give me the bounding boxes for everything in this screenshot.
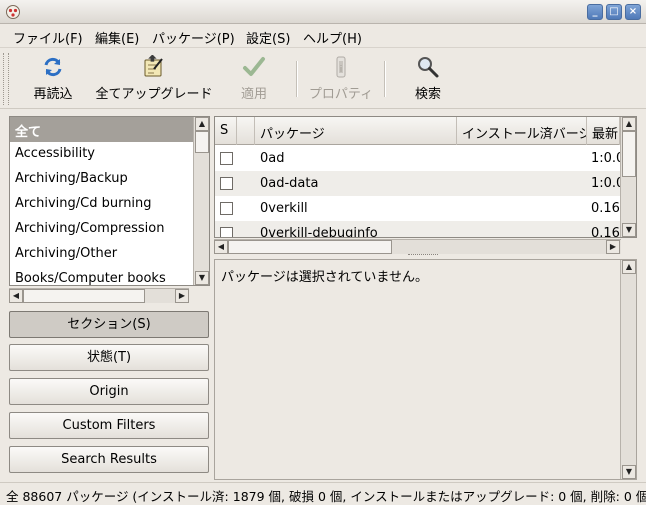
- package-name: 0verkill: [260, 201, 308, 216]
- menubar: ファイル(F) 編集(E) パッケージ(P) 設定(S) ヘルプ(H): [0, 25, 646, 48]
- package-table-hscroll-thumb[interactable]: [228, 240, 392, 254]
- package-checkbox[interactable]: [220, 152, 233, 165]
- column-header-installed-version[interactable]: インストール済バージョン: [457, 117, 587, 145]
- latest-version: 0.16: [591, 201, 620, 216]
- app-icon: [6, 5, 20, 19]
- description-vscrollbar[interactable]: ▲ ▼: [620, 260, 636, 479]
- reload-button[interactable]: 再読込: [28, 53, 78, 105]
- toolbar-separator: [296, 61, 298, 97]
- scroll-left-arrow-icon[interactable]: ◀: [214, 240, 228, 254]
- status-filter-button[interactable]: 状態(T): [9, 344, 209, 371]
- table-row[interactable]: 0verkill-debuginfo 0.16: [215, 221, 620, 238]
- search-results-button[interactable]: Search Results: [9, 446, 209, 473]
- table-row[interactable]: 0ad 1:0.0: [215, 146, 620, 171]
- apply-check-icon: [243, 57, 265, 76]
- package-table-vscroll-thumb[interactable]: [622, 131, 636, 177]
- maximize-button[interactable]: □: [606, 4, 622, 20]
- status-text: 全 88607 パッケージ (インストール済: 1879 個, 破損 0 個, …: [6, 489, 646, 504]
- toolbar-separator: [384, 61, 386, 97]
- latest-version: 0.16: [591, 226, 620, 238]
- origin-filter-button[interactable]: Origin: [9, 378, 209, 405]
- scroll-right-arrow-icon[interactable]: ▶: [175, 289, 189, 303]
- search-magnifier-icon: [418, 57, 439, 78]
- scroll-down-arrow-icon[interactable]: ▼: [195, 271, 209, 285]
- package-checkbox[interactable]: [220, 177, 233, 190]
- section-list[interactable]: 全て Accessibility Archiving/Backup Archiv…: [9, 116, 210, 286]
- package-table[interactable]: S パッケージ インストール済バージョン 最新 0ad 1:0.0 0ad-da…: [214, 116, 637, 238]
- package-name: 0verkill-debuginfo: [260, 226, 378, 238]
- menu-edit[interactable]: 編集(E): [95, 28, 139, 47]
- apply-button[interactable]: 適用: [230, 53, 278, 105]
- toolbar-handle[interactable]: [3, 53, 9, 105]
- minimize-button[interactable]: _: [587, 4, 603, 20]
- pane-resize-handle[interactable]: [408, 254, 438, 257]
- toolbar: 再読込 全てアップグレード 適用 i プロパティ 検索: [0, 49, 646, 109]
- section-list-hscroll-thumb[interactable]: [23, 289, 145, 303]
- package-name: 0ad-data: [260, 176, 319, 191]
- package-name: 0ad: [260, 151, 285, 166]
- section-item-all[interactable]: 全て: [10, 117, 194, 142]
- latest-version: 1:0.0: [591, 176, 620, 191]
- section-filter-button[interactable]: セクション(S): [9, 311, 209, 338]
- upgrade-all-label: 全てアップグレード: [95, 87, 213, 102]
- description-text: パッケージは選択されていません。: [221, 270, 428, 285]
- reload-icon: [44, 57, 62, 77]
- column-header-support[interactable]: [237, 117, 255, 145]
- section-list-hscrollbar[interactable]: ◀ ▶: [9, 288, 189, 303]
- menu-help[interactable]: ヘルプ(H): [303, 28, 362, 47]
- section-item[interactable]: Archiving/Cd burning: [10, 192, 194, 217]
- status-bar: 全 88607 パッケージ (インストール済: 1879 個, 破損 0 個, …: [0, 482, 646, 505]
- scroll-up-arrow-icon[interactable]: ▲: [622, 260, 636, 274]
- package-checkbox[interactable]: [220, 202, 233, 215]
- scroll-down-arrow-icon[interactable]: ▼: [622, 223, 636, 237]
- menu-file[interactable]: ファイル(F): [13, 28, 83, 47]
- section-item[interactable]: Archiving/Compression: [10, 217, 194, 242]
- section-list-vscroll-thumb[interactable]: [195, 131, 209, 153]
- section-item[interactable]: Accessibility: [10, 142, 194, 167]
- table-row[interactable]: 0verkill 0.16: [215, 196, 620, 221]
- column-header-latest-version[interactable]: 最新: [587, 117, 620, 145]
- scroll-down-arrow-icon[interactable]: ▼: [622, 465, 636, 479]
- latest-version: 1:0.0: [591, 151, 620, 166]
- search-button[interactable]: 検索: [406, 53, 450, 105]
- package-description-pane: パッケージは選択されていません。 ▲ ▼: [214, 259, 637, 480]
- scroll-left-arrow-icon[interactable]: ◀: [9, 289, 23, 303]
- properties-button[interactable]: i プロパティ: [306, 53, 376, 105]
- apply-label: 適用: [240, 87, 267, 102]
- reload-label: 再読込: [33, 87, 73, 102]
- properties-icon: i: [336, 56, 346, 78]
- search-label: 検索: [414, 87, 441, 102]
- upgrade-all-button[interactable]: 全てアップグレード: [92, 53, 216, 105]
- close-button[interactable]: ×: [625, 4, 641, 20]
- table-row[interactable]: 0ad-data 1:0.0: [215, 171, 620, 196]
- column-header-package[interactable]: パッケージ: [255, 117, 457, 145]
- section-item[interactable]: Archiving/Backup: [10, 167, 194, 192]
- scroll-up-arrow-icon[interactable]: ▲: [195, 117, 209, 131]
- svg-text:i: i: [340, 65, 343, 75]
- package-table-hscrollbar[interactable]: ◀ ▶: [214, 239, 621, 254]
- menu-package[interactable]: パッケージ(P): [152, 28, 235, 47]
- title-bar: _ □ ×: [0, 0, 646, 24]
- menu-settings[interactable]: 設定(S): [246, 28, 290, 47]
- section-list-vscrollbar[interactable]: ▲ ▼: [193, 117, 209, 285]
- properties-label: プロパティ: [308, 87, 374, 102]
- column-header-status[interactable]: S: [215, 117, 237, 145]
- section-item[interactable]: Books/Computer books: [10, 267, 194, 285]
- scroll-up-arrow-icon[interactable]: ▲: [622, 117, 636, 131]
- package-checkbox[interactable]: [220, 227, 233, 237]
- section-item[interactable]: Archiving/Other: [10, 242, 194, 267]
- upgrade-icon: [144, 55, 163, 77]
- scroll-right-arrow-icon[interactable]: ▶: [606, 240, 620, 254]
- package-table-vscrollbar[interactable]: ▲ ▼: [620, 117, 636, 237]
- package-table-header: S パッケージ インストール済バージョン 最新: [215, 117, 620, 145]
- custom-filters-button[interactable]: Custom Filters: [9, 412, 209, 439]
